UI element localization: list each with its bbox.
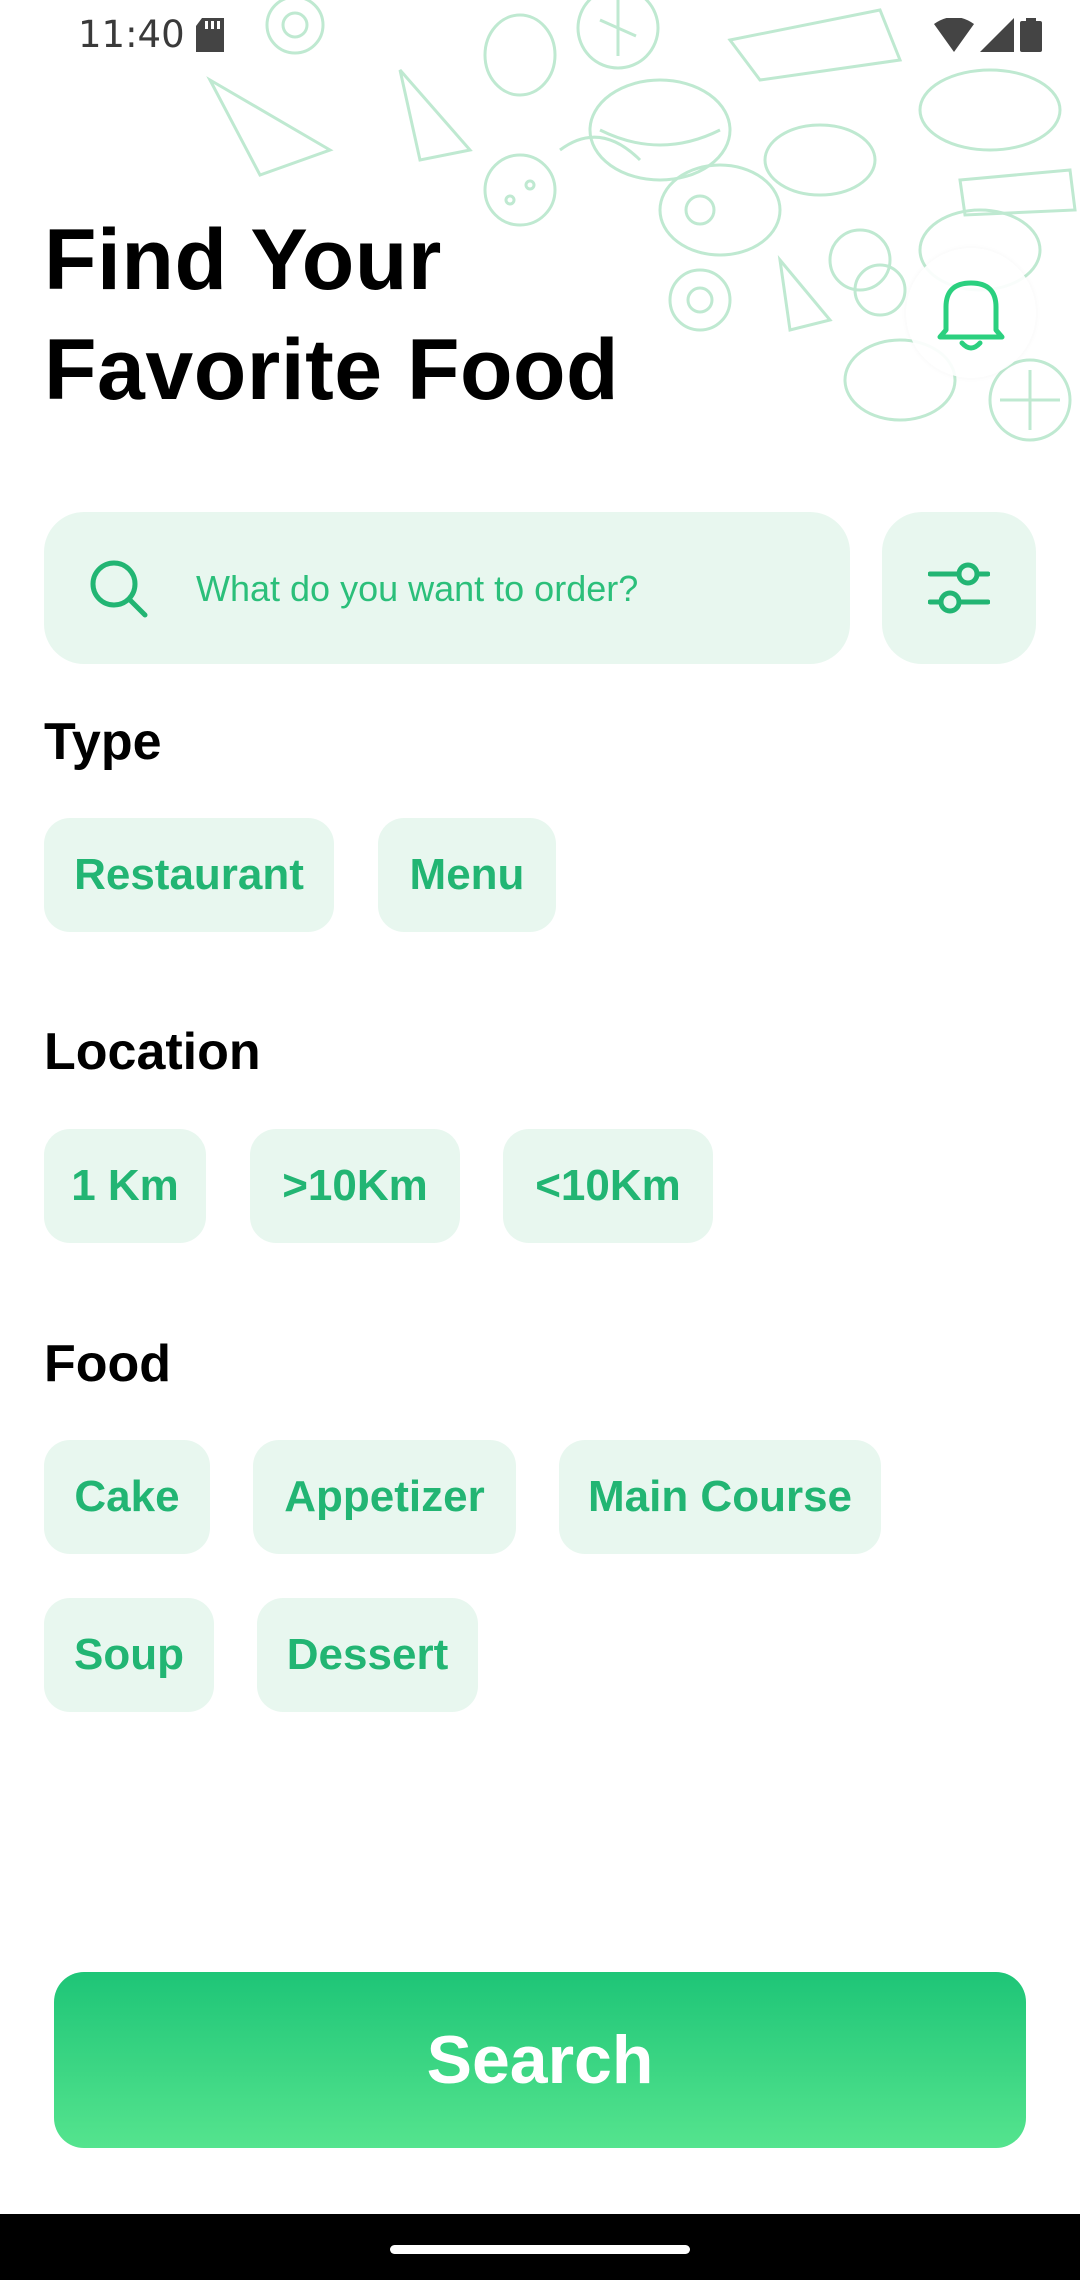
- page-title-line-1: Find Your: [44, 212, 442, 308]
- status-time: 11:40: [78, 13, 185, 56]
- sd-card-icon: [196, 18, 224, 52]
- status-bar: 11:40: [0, 0, 1080, 70]
- navigation-bar: [0, 2214, 1080, 2280]
- bell-icon: [937, 280, 1005, 351]
- chip-appetizer[interactable]: Appetizer: [253, 1440, 516, 1554]
- notifications-button[interactable]: [906, 248, 1036, 378]
- home-gesture-handle[interactable]: [390, 2245, 690, 2254]
- section-title-type: Type: [44, 713, 162, 771]
- search-bar[interactable]: [44, 512, 850, 666]
- chip-menu[interactable]: Menu: [378, 818, 556, 932]
- sliders-icon: [928, 562, 990, 614]
- chip-dessert[interactable]: Dessert: [257, 1598, 478, 1712]
- chip-cake[interactable]: Cake: [44, 1440, 210, 1554]
- section-title-location: Location: [44, 1023, 261, 1081]
- chip-main-course[interactable]: Main Course: [559, 1440, 881, 1554]
- section-title-food: Food: [44, 1335, 172, 1393]
- page-title: Find Your Favorite Food: [44, 205, 619, 425]
- search-icon: [90, 560, 148, 618]
- wifi-icon: [934, 18, 974, 52]
- cell-signal-icon: [980, 18, 1014, 52]
- page-title-line-2: Favorite Food: [44, 322, 620, 418]
- search-input[interactable]: [194, 512, 818, 666]
- chip-restaurant[interactable]: Restaurant: [44, 818, 334, 932]
- chip-1km[interactable]: 1 Km: [44, 1129, 206, 1243]
- chip-less-than-10km[interactable]: <10Km: [503, 1129, 713, 1243]
- search-button[interactable]: Search: [54, 1972, 1026, 2148]
- chip-soup[interactable]: Soup: [44, 1598, 214, 1712]
- filter-button[interactable]: [882, 512, 1036, 664]
- chip-more-than-10km[interactable]: >10Km: [250, 1129, 460, 1243]
- battery-icon: [1020, 18, 1042, 52]
